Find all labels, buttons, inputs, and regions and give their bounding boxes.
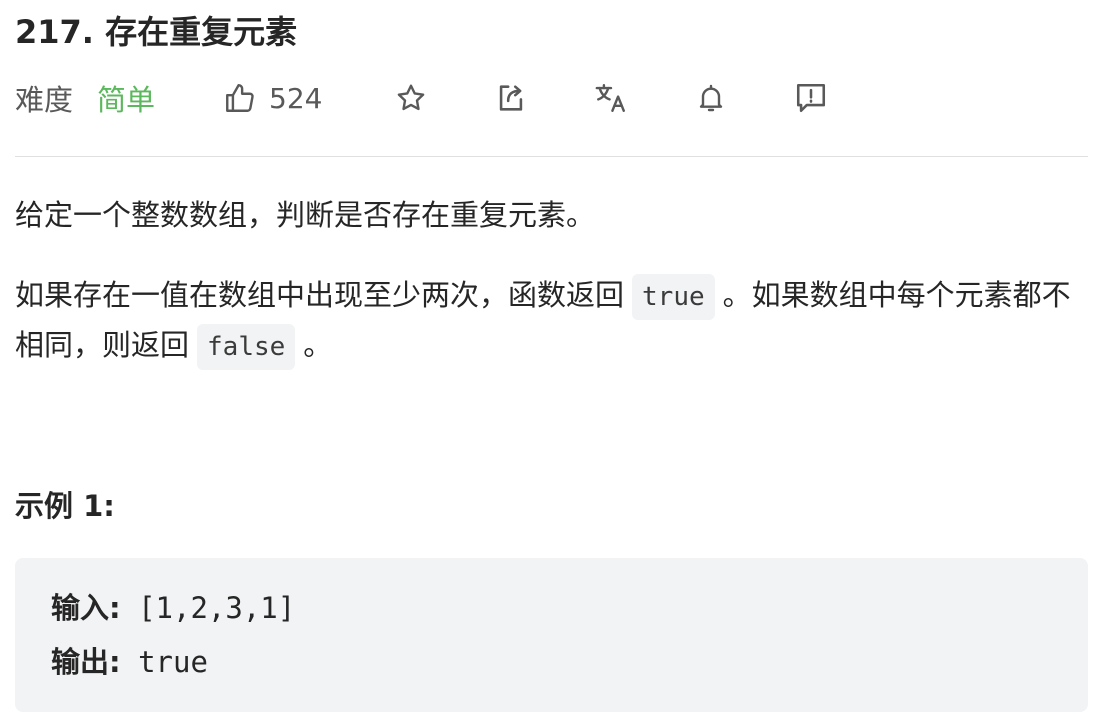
share-button[interactable] (494, 76, 528, 120)
example-input-value: [1,2,3,1] (138, 591, 296, 625)
notify-button[interactable] (694, 76, 728, 120)
thumbs-up-icon (223, 81, 257, 115)
star-icon (394, 81, 428, 115)
translate-icon (594, 81, 628, 115)
inline-code-true: true (632, 274, 715, 320)
description-paragraph-1: 给定一个整数数组，判断是否存在重复元素。 (15, 198, 596, 232)
feedback-icon (794, 81, 828, 115)
example-output-line: 输出: true (51, 640, 208, 684)
meta-divider (15, 156, 1088, 157)
inline-code-false: false (197, 324, 296, 370)
bell-icon (694, 81, 728, 115)
favorite-button[interactable] (394, 76, 428, 120)
example-code-block: 输入: [1,2,3,1] 输出: true (15, 558, 1088, 712)
difficulty: 难度 简单 (15, 76, 155, 120)
paragraph-text: 。 (303, 328, 333, 362)
problem-meta-bar: 难度 简单 524 (15, 76, 1089, 120)
example-heading: 示例 1: (15, 489, 115, 523)
example-output-label: 输出: (51, 645, 121, 679)
example-input-label: 输入: (51, 591, 121, 625)
description-paragraph-2: 如果存在一值在数组中出现至少两次，函数返回 true 。如果数组中每个元素都不相同，… (15, 270, 1089, 370)
difficulty-label: 难度 (15, 83, 74, 117)
paragraph-text: 如果存在一值在数组中出现至少两次，函数返回 (15, 278, 625, 312)
feedback-button[interactable] (794, 76, 828, 120)
translate-button[interactable] (594, 76, 628, 120)
like-button[interactable]: 524 (223, 76, 322, 120)
like-count: 524 (269, 81, 323, 115)
share-icon (494, 81, 528, 115)
example-input-line: 输入: [1,2,3,1] (51, 586, 295, 630)
example-output-value: true (138, 645, 208, 679)
problem-page: 217. 存在重复元素 难度 简单 524 给定一个整数数组，判断是否存在重复元… (0, 0, 1104, 726)
difficulty-value: 简单 (97, 83, 156, 117)
problem-title: 217. 存在重复元素 (15, 13, 298, 51)
